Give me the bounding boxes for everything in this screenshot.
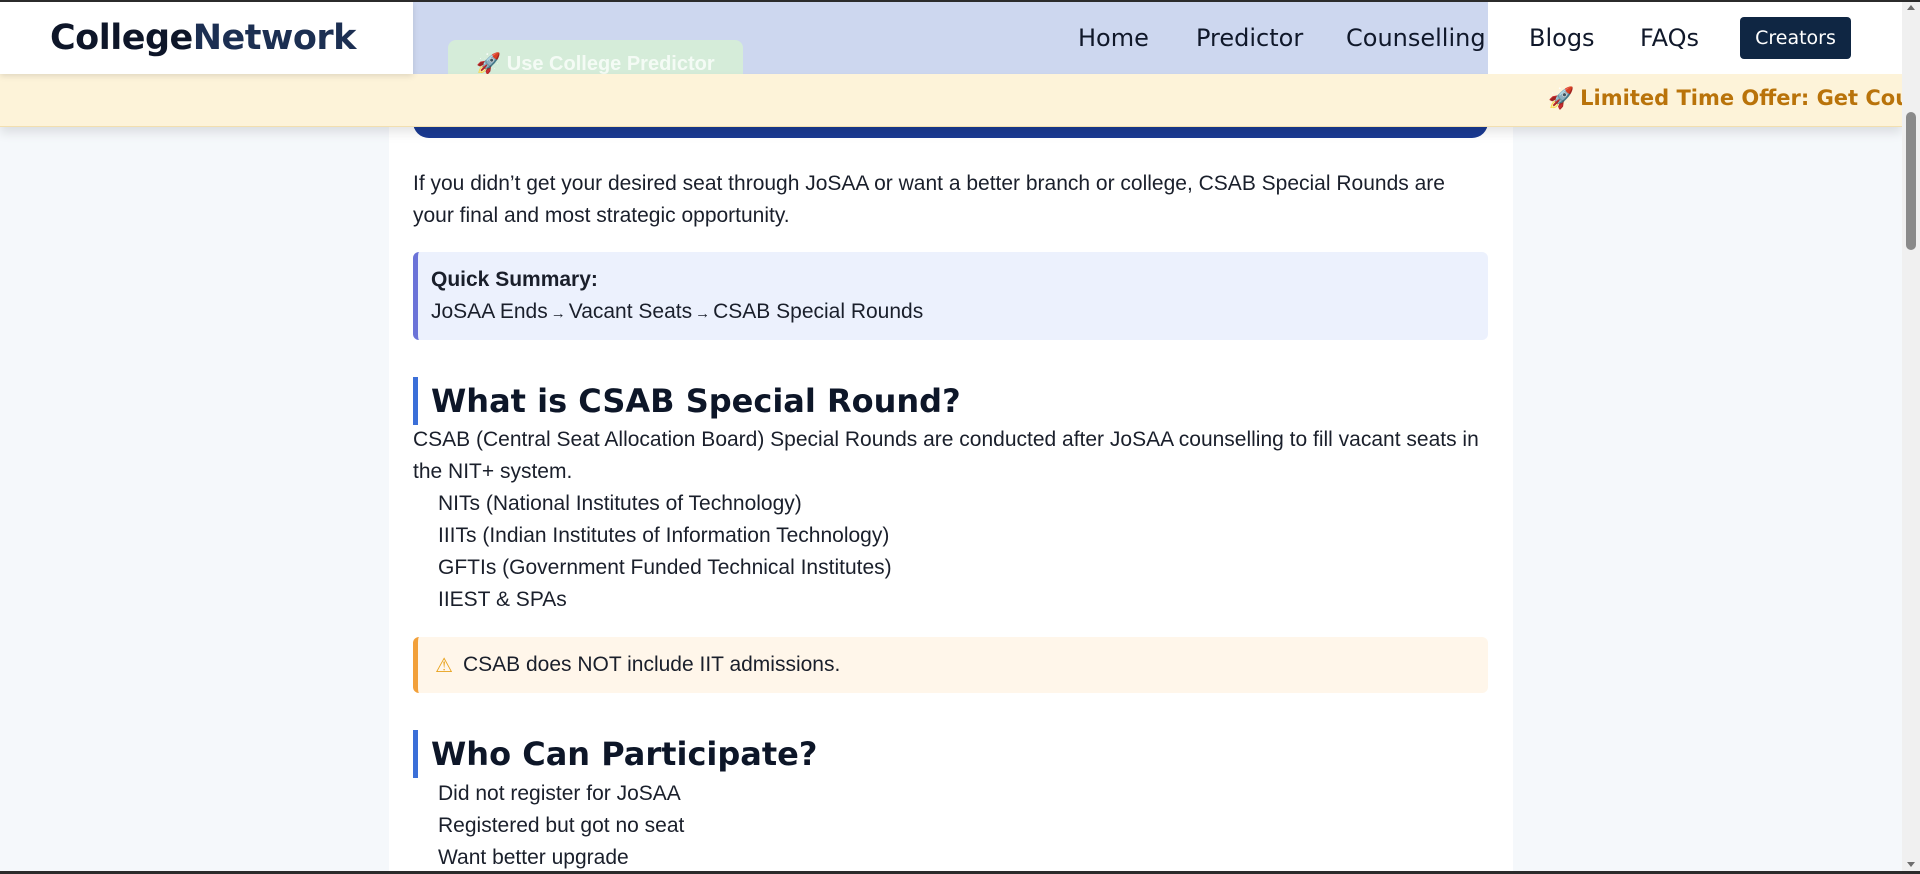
quick-summary-box: Quick Summary: JoSAA Ends → Vacant Seats → C…	[413, 252, 1488, 340]
intro-paragraph: If you didn’t get your desired seat thro…	[413, 172, 1445, 227]
section-heading-what-is-csab: What is CSAB Special Round?	[413, 377, 961, 425]
section-heading-who-can-participate: Who Can Participate?	[413, 730, 817, 778]
nav-counselling[interactable]: Counselling	[1346, 24, 1486, 52]
offer-text: Limited Time Offer: Get Counsel	[1580, 86, 1902, 110]
nav-faqs[interactable]: FAQs	[1640, 24, 1699, 52]
list-item: GFTIs (Government Funded Technical Insti…	[438, 556, 892, 579]
offer-ticker-bar: 🚀Limited Time Offer: Get Counsel	[0, 74, 1902, 127]
list-item: NITs (National Institutes of Technology)	[438, 492, 802, 515]
offer-ticker-text[interactable]: 🚀Limited Time Offer: Get Counsel	[1548, 86, 1902, 111]
nav-predictor[interactable]: Predictor	[1196, 24, 1303, 52]
nav-home[interactable]: Home	[1078, 24, 1149, 52]
hero-banner-bottom	[413, 126, 1488, 138]
list-item: Want better upgrade	[438, 846, 629, 869]
list-item: Registered but got no seat	[438, 814, 685, 837]
scroll-thumb[interactable]	[1906, 112, 1916, 250]
list-item: Did not register for JoSAA	[438, 782, 681, 805]
summary-step: JoSAA Ends	[431, 300, 548, 323]
warning-text: CSAB does NOT include IIT admissions.	[462, 653, 841, 676]
summary-title: Quick Summary:	[431, 268, 598, 291]
warning-icon: ⚠	[435, 654, 453, 677]
page-scrollbar[interactable]	[1902, 0, 1920, 874]
site-header: CollegeNetwork Home Predictor Counsellin…	[0, 2, 1902, 74]
list-item: IIEST & SPAs	[438, 588, 567, 611]
summary-step: CSAB Special Rounds	[713, 300, 924, 323]
scroll-down-arrow-icon[interactable]	[1907, 862, 1915, 867]
summary-flow: JoSAA Ends → Vacant Seats → CSAB Special Rou…	[431, 296, 1488, 330]
article-body: If you didn’t get your desired seat thro…	[413, 168, 1488, 869]
scroll-up-arrow-icon[interactable]	[1907, 5, 1915, 10]
rocket-icon: 🚀	[1548, 86, 1575, 110]
list-item: IIITs (Indian Institutes of Information …	[438, 524, 890, 547]
arrow-right-icon: →	[550, 305, 566, 322]
window-top-edge	[0, 0, 1920, 2]
main-nav: Home Predictor Counselling Blogs FAQs Cr…	[0, 2, 1902, 74]
creators-button[interactable]: Creators	[1740, 17, 1851, 59]
arrow-right-icon: →	[695, 305, 711, 322]
warning-callout: ⚠ CSAB does NOT include IIT admissions.	[413, 637, 1488, 693]
nav-blogs[interactable]: Blogs	[1529, 24, 1595, 52]
section-paragraph: CSAB (Central Seat Allocation Board) Spe…	[413, 428, 1479, 483]
summary-step: Vacant Seats	[568, 300, 693, 323]
